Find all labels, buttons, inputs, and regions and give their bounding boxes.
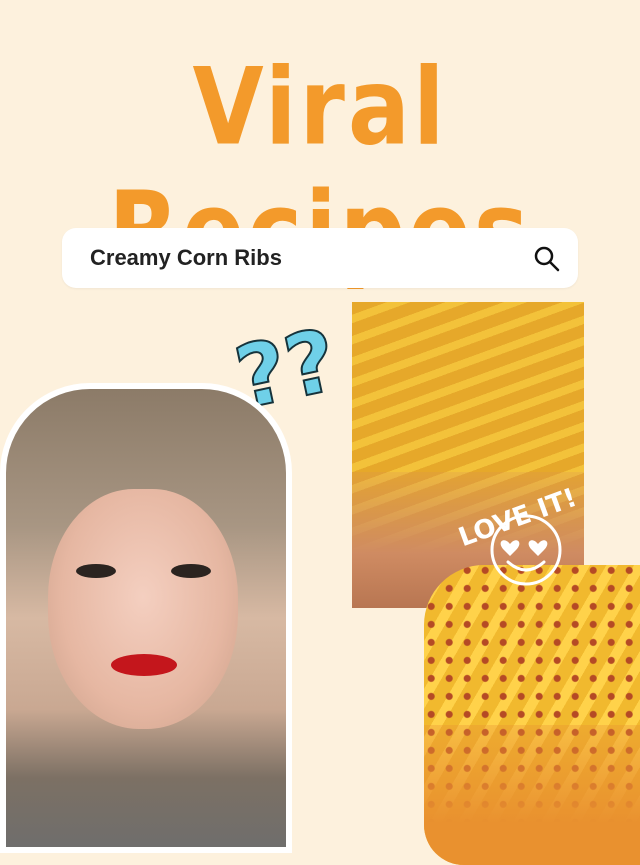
- lips: [111, 654, 177, 676]
- person-face: [48, 489, 238, 729]
- search-query-text: Creamy Corn Ribs: [90, 245, 282, 270]
- person-photo: [0, 383, 292, 853]
- search-icon[interactable]: [532, 244, 562, 274]
- right-eye: [171, 564, 211, 578]
- corn-ribs-photo-bottom: [424, 565, 640, 865]
- love-it-sticker: LOVE IT!: [455, 483, 581, 586]
- search-bar[interactable]: Creamy Corn Ribs: [62, 228, 578, 288]
- left-eye: [76, 564, 116, 578]
